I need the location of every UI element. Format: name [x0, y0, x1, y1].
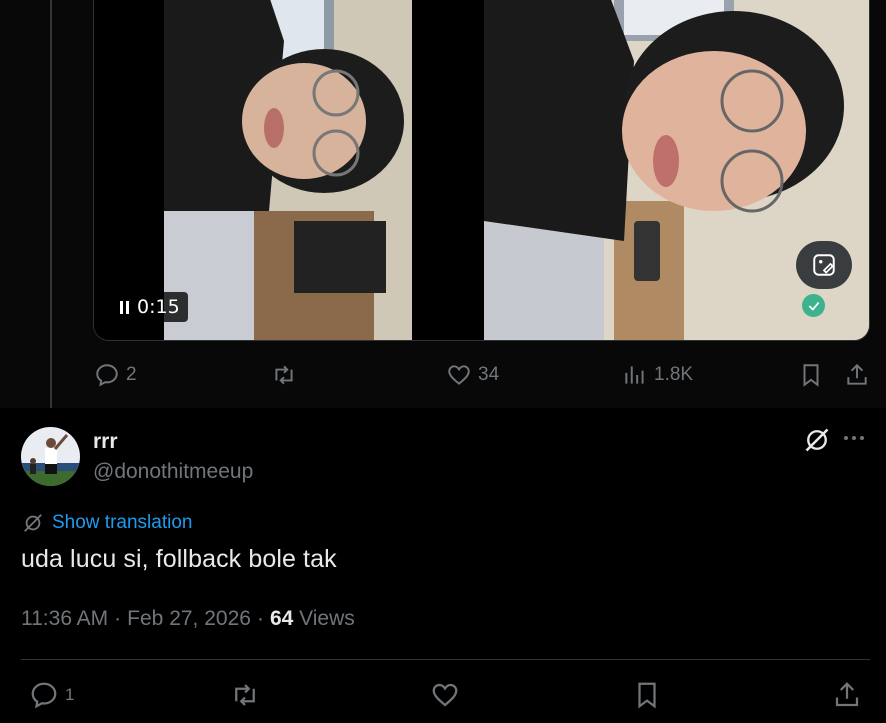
bookmark-icon	[638, 682, 656, 709]
share-icon	[835, 682, 859, 707]
reply-button[interactable]: 1	[29, 680, 74, 710]
share-button[interactable]	[832, 680, 862, 710]
video-player[interactable]: 0:15	[94, 0, 482, 340]
reply-count: 1	[65, 685, 75, 704]
repost-icon	[235, 684, 255, 706]
meta-separator: ·	[256, 607, 264, 630]
grok-icon	[805, 428, 829, 452]
video-frame	[94, 0, 482, 340]
bookmark-icon	[803, 364, 819, 387]
bookmark-button[interactable]	[632, 680, 662, 710]
show-translation-link[interactable]: Show translation	[22, 512, 192, 534]
avatar-image	[21, 427, 80, 486]
like-icon	[432, 683, 458, 707]
display-name[interactable]: rrr	[93, 430, 118, 454]
reply-icon	[96, 364, 118, 387]
like-button[interactable]	[430, 680, 460, 710]
video-playback-pill[interactable]: 0:15	[111, 292, 188, 322]
repost-button[interactable]	[229, 680, 261, 710]
views-label: Views	[299, 607, 355, 630]
tweet-time[interactable]: 11:36 AM	[21, 607, 108, 631]
divider	[21, 659, 870, 660]
show-translation-label: Show translation	[52, 512, 193, 533]
views-button[interactable]: 1.8K	[622, 362, 693, 388]
video-time: 0:15	[137, 296, 180, 318]
reply-action-bar: 1	[0, 678, 886, 714]
like-count: 34	[478, 364, 500, 385]
share-button[interactable]	[844, 362, 870, 388]
photo-image	[484, 0, 869, 340]
meta-separator: ·	[114, 607, 122, 630]
parent-action-bar: 2 34 1.8K	[0, 360, 886, 392]
grok-button[interactable]	[803, 426, 831, 454]
repost-icon	[275, 365, 293, 385]
tweet-date[interactable]: Feb 27, 2026	[127, 607, 251, 631]
edit-image-button[interactable]	[796, 241, 852, 289]
tweet-text: uda lucu si, follback bole tak	[21, 545, 337, 573]
pause-icon	[120, 300, 129, 314]
view-count: 1.8K	[654, 364, 694, 385]
reply-count: 2	[126, 364, 137, 385]
check-icon	[802, 294, 825, 317]
reply-icon	[31, 682, 57, 709]
parent-tweet: 0:15 2 34 1.8K	[0, 0, 886, 418]
media-grid: 0:15	[93, 0, 870, 341]
views-count: 64	[269, 607, 294, 630]
share-icon	[847, 363, 867, 385]
reply-button[interactable]: 2	[94, 362, 137, 388]
like-button[interactable]: 34	[446, 362, 499, 388]
views-icon	[625, 366, 644, 384]
like-icon	[448, 365, 470, 385]
edit-image-icon	[813, 254, 835, 276]
avatar[interactable]	[21, 427, 80, 486]
bookmark-button[interactable]	[798, 362, 824, 388]
photo[interactable]	[484, 0, 869, 340]
user-handle[interactable]: @donothitmeeup	[93, 460, 253, 484]
more-icon[interactable]	[844, 436, 870, 446]
repost-button[interactable]	[270, 362, 298, 388]
thread-line	[50, 0, 52, 418]
translate-icon	[24, 514, 42, 532]
reply-tweet: rrr @donothitmeeup Show translation uda …	[0, 408, 886, 723]
tweet-meta: 11:36 AM · Feb 27, 2026 · 64 Views	[21, 607, 355, 631]
